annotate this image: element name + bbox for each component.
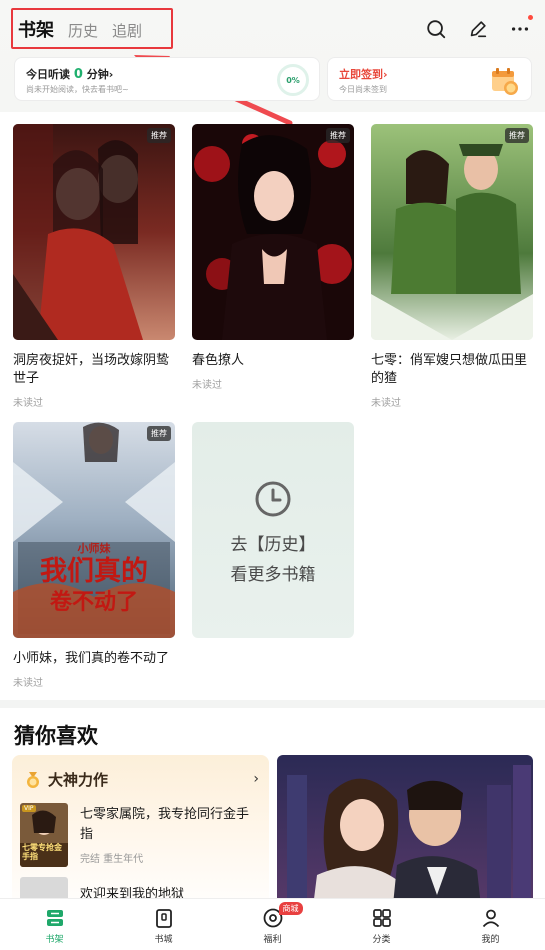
cover-title-group: 小师妹 我们真的 卷不动了 [13, 540, 175, 616]
history-card-line1: 去【历史】 [230, 535, 316, 555]
calendar-gift-icon [492, 68, 518, 95]
book-status: 未读过 [371, 398, 401, 409]
recommended-book-cover[interactable]: VIP 七零专抢金手指 [20, 803, 68, 867]
book-title: 洞房夜捉奸，当场改嫁阴鸷世子 [13, 353, 170, 386]
edit-icon[interactable] [467, 18, 489, 40]
annotation-highlight-box [11, 8, 173, 49]
history-card-line2: 看更多书籍 [230, 565, 316, 585]
section-divider [0, 700, 545, 708]
recommended-book-title[interactable]: 七零家属院，我专抢同行金手指 [80, 805, 260, 845]
nav-label: 我的 [481, 935, 500, 945]
book-title: 春色撩人 [192, 353, 245, 368]
book-cover-image [192, 124, 354, 340]
signin-subtitle: 今日尚未签到 [339, 85, 387, 94]
reading-chevron: › [108, 68, 114, 81]
bottom-nav: 书架 书城 福利 商城 分类 我的 [0, 898, 545, 950]
header: 书架 历史 追剧 今日听读 0 分钟› 尚未开始阅读，快去看书吧~ 0% 立即签… [0, 0, 545, 126]
nav-label: 书城 [154, 935, 173, 945]
book-title: 七零：俏军嫂只想做瓜田里的猹 [371, 353, 528, 386]
reading-subtitle: 尚未开始阅读，快去看书吧~ [26, 85, 129, 94]
daily-reading-card[interactable]: 今日听读 0 分钟› 尚未开始阅读，快去看书吧~ 0% [14, 57, 320, 101]
signin-title-text: 立即签到 [339, 68, 383, 81]
recommend-section-card[interactable]: 大神力作 › VIP 七零专抢金手指 七零家属院，我专抢同行金手指 完结 重生年… [12, 755, 269, 915]
book-status: 未读过 [192, 380, 222, 391]
bookshelf-page: 书架 历史 追剧 今日听读 0 分钟› 尚未开始阅读，快去看书吧~ 0% 立即签… [0, 0, 545, 950]
recommended-book-cover-text: 七零专抢金手指 [22, 843, 62, 861]
featured-book-cover-image [277, 755, 533, 915]
signin-chevron: › [383, 68, 388, 81]
cover-title-mid: 我们真的 [40, 556, 148, 587]
nav-label: 书架 [45, 935, 64, 945]
nav-item-category[interactable]: 分类 [327, 899, 436, 950]
recommend-section-title: 大神力作 [48, 771, 109, 789]
book-cover[interactable]: 推荐 [192, 124, 354, 340]
book-icon [155, 909, 172, 928]
recommend-section-header: 大神力作 [24, 769, 108, 790]
notification-dot [528, 15, 533, 20]
signin-card[interactable]: 立即签到› 今日尚未签到 [327, 57, 532, 101]
go-to-history-card[interactable]: 去【历史】 看更多书籍 [192, 422, 354, 638]
shop-badge: 商城 [278, 902, 303, 915]
signin-title: 立即签到› [339, 66, 388, 82]
book-status: 未读过 [13, 398, 43, 409]
book-cover[interactable]: 推荐 [371, 124, 533, 340]
grid-icon [372, 909, 391, 927]
featured-book-cover[interactable] [277, 755, 533, 915]
cover-title-bottom: 卷不动了 [49, 589, 138, 615]
user-icon [482, 909, 499, 928]
recommend-badge: 推荐 [147, 426, 171, 441]
more-menu[interactable] [509, 15, 533, 40]
reading-title-suffix: 分钟 [86, 68, 109, 81]
nav-item-bookshelf[interactable]: 书架 [0, 899, 109, 950]
clock-icon [255, 481, 291, 517]
medal-icon [27, 771, 39, 788]
reading-title: 今日听读 0 分钟› [26, 66, 113, 82]
more-icon [511, 27, 529, 31]
chevron-right-icon[interactable]: › [253, 771, 259, 787]
nav-item-profile[interactable]: 我的 [436, 899, 545, 950]
book-cover-image [13, 124, 175, 340]
nav-label: 福利 [263, 935, 282, 945]
nav-item-welfare[interactable]: 福利 商城 [218, 899, 327, 950]
vip-badge: VIP [22, 805, 36, 812]
recommend-badge: 推荐 [147, 128, 171, 143]
reading-minutes: 0 [73, 67, 83, 82]
book-cover-image [371, 124, 533, 340]
recommend-badge: 推荐 [326, 128, 350, 143]
book-cover[interactable]: 推荐 [13, 124, 175, 340]
book-cover[interactable]: 小师妹 我们真的 卷不动了 推荐 [13, 422, 175, 638]
search-icon[interactable] [425, 18, 447, 40]
reading-progress-ring: 0% [277, 64, 309, 96]
header-actions [425, 15, 533, 40]
book-item[interactable]: 小师妹 我们真的 卷不动了 推荐 小师妹，我们真的卷不动了 未读过 [13, 422, 175, 689]
bookshelf-icon [46, 910, 63, 926]
recommend-badge: 推荐 [505, 128, 529, 143]
book-item[interactable]: 推荐 春色撩人 未读过 [192, 124, 354, 391]
nav-label: 分类 [372, 935, 391, 945]
book-item[interactable]: 推荐 七零：俏军嫂只想做瓜田里的猹 未读过 [371, 124, 533, 409]
cover-title-top: 小师妹 [77, 542, 111, 555]
recommended-book-meta: 完结 重生年代 [80, 854, 144, 865]
book-status: 未读过 [13, 678, 43, 689]
book-item[interactable]: 推荐 洞房夜捉奸，当场改嫁阴鸷世子 未读过 [13, 124, 175, 409]
book-title: 小师妹，我们真的卷不动了 [13, 651, 170, 666]
nav-item-bookstore[interactable]: 书城 [109, 899, 218, 950]
reading-title-prefix: 今日听读 [26, 68, 70, 81]
guess-you-like-title: 猜你喜欢 [14, 724, 98, 748]
